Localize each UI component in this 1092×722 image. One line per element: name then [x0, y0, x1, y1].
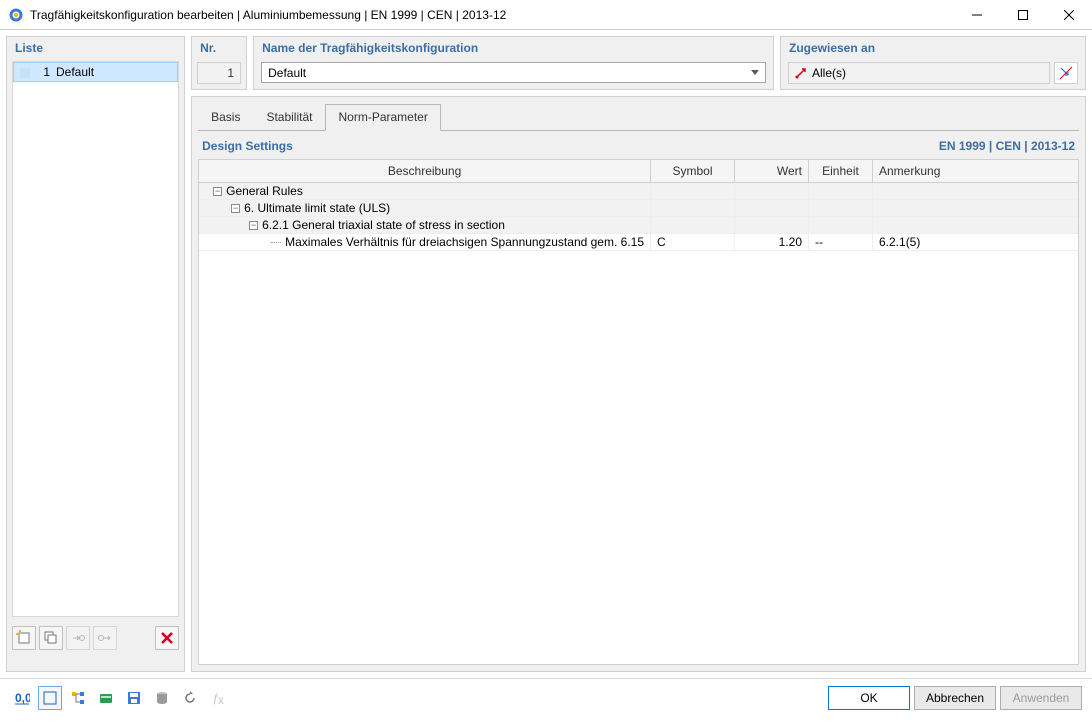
col-description: Beschreibung [199, 160, 651, 182]
assigned-label: Zugewiesen an [781, 37, 1085, 59]
group-label: 6.2.1 General triaxial state of stress i… [262, 218, 505, 232]
minimize-button[interactable] [954, 0, 1000, 29]
nr-label: Nr. [192, 37, 246, 59]
param-unit: -- [809, 234, 873, 250]
reset-button[interactable] [178, 686, 202, 710]
group-label: General Rules [226, 184, 303, 198]
ok-button[interactable]: OK [828, 686, 910, 710]
design-panel: Basis Stabilität Norm-Parameter Design S… [191, 96, 1086, 672]
window-title: Tragfähigkeitskonfiguration bearbeiten |… [30, 8, 954, 22]
col-value: Wert [735, 160, 809, 182]
app-icon [8, 7, 24, 23]
tab-norm-parameter[interactable]: Norm-Parameter [325, 104, 440, 131]
param-row[interactable]: Maximales Verhältnis für dreiachsigen Sp… [199, 234, 1078, 251]
link-out-button [93, 626, 117, 650]
svg-text:0,00: 0,00 [15, 691, 30, 705]
assigned-value: Alle(s) [812, 66, 846, 80]
nr-group: Nr. [191, 36, 247, 90]
tab-stability[interactable]: Stabilität [253, 104, 325, 131]
design-settings-label: Design Settings [202, 139, 939, 153]
tab-strip: Basis Stabilität Norm-Parameter [192, 97, 1085, 130]
col-symbol: Symbol [651, 160, 735, 182]
param-note: 6.2.1(5) [873, 234, 1078, 250]
collapse-icon[interactable]: − [231, 204, 240, 213]
tree-button[interactable] [66, 686, 90, 710]
cancel-button[interactable]: Abbrechen [914, 686, 996, 710]
group-general-rules[interactable]: −General Rules [199, 183, 1078, 200]
group-621[interactable]: −6.2.1 General triaxial state of stress … [199, 217, 1078, 234]
new-button[interactable] [12, 626, 36, 650]
col-unit: Einheit [809, 160, 873, 182]
name-value: Default [268, 66, 306, 80]
group-label: 6. Ultimate limit state (ULS) [244, 201, 390, 215]
param-symbol: C [651, 234, 735, 250]
list-title: Liste [7, 37, 184, 59]
assign-icon [795, 67, 807, 79]
collapse-icon[interactable]: − [249, 221, 258, 230]
bottom-bar: 0,00 ƒx OK Abbrechen Anwenden [0, 678, 1092, 716]
apply-button: Anwenden [1000, 686, 1082, 710]
param-desc: Maximales Verhältnis für dreiachsigen Sp… [285, 235, 644, 249]
grid-body[interactable]: −General Rules −6. Ultimate limit state … [199, 183, 1078, 664]
config-list[interactable]: 1 Default [12, 61, 179, 617]
color-swatch [20, 68, 30, 78]
list-item-index: 1 [34, 65, 50, 79]
save-button[interactable] [122, 686, 146, 710]
nr-input [197, 62, 241, 84]
tab-basis[interactable]: Basis [198, 104, 253, 131]
list-panel: Liste 1 Default [6, 36, 185, 672]
assigned-group: Zugewiesen an Alle(s) [780, 36, 1086, 90]
group-uls[interactable]: −6. Ultimate limit state (ULS) [199, 200, 1078, 217]
svg-text:x: x [218, 693, 224, 706]
catalog-button[interactable] [94, 686, 118, 710]
norm-label: EN 1999 | CEN | 2013-12 [939, 139, 1075, 153]
titlebar: Tragfähigkeitskonfiguration bearbeiten |… [0, 0, 1092, 30]
settings-grid: Beschreibung Symbol Wert Einheit Anmerku… [198, 159, 1079, 665]
collapse-icon[interactable]: − [213, 187, 222, 196]
pick-assign-button[interactable] [1054, 62, 1078, 84]
param-value[interactable]: 1.20 [735, 234, 809, 250]
maximize-button[interactable] [1000, 0, 1046, 29]
link-in-button [66, 626, 90, 650]
db-button[interactable] [150, 686, 174, 710]
name-select[interactable]: Default [261, 62, 766, 83]
assigned-input: Alle(s) [788, 62, 1050, 84]
view-box-button[interactable] [38, 686, 62, 710]
grid-header: Beschreibung Symbol Wert Einheit Anmerku… [199, 160, 1078, 183]
list-item-label: Default [56, 65, 94, 79]
col-note: Anmerkung [873, 160, 1078, 182]
fx-button: ƒx [206, 686, 230, 710]
list-item[interactable]: 1 Default [13, 62, 178, 82]
name-label: Name der Tragfähigkeitskonfiguration [254, 37, 773, 59]
name-group: Name der Tragfähigkeitskonfiguration Def… [253, 36, 774, 90]
chevron-down-icon [751, 70, 759, 75]
units-button[interactable]: 0,00 [10, 686, 34, 710]
close-button[interactable] [1046, 0, 1092, 29]
delete-button[interactable] [155, 626, 179, 650]
copy-button[interactable] [39, 626, 63, 650]
